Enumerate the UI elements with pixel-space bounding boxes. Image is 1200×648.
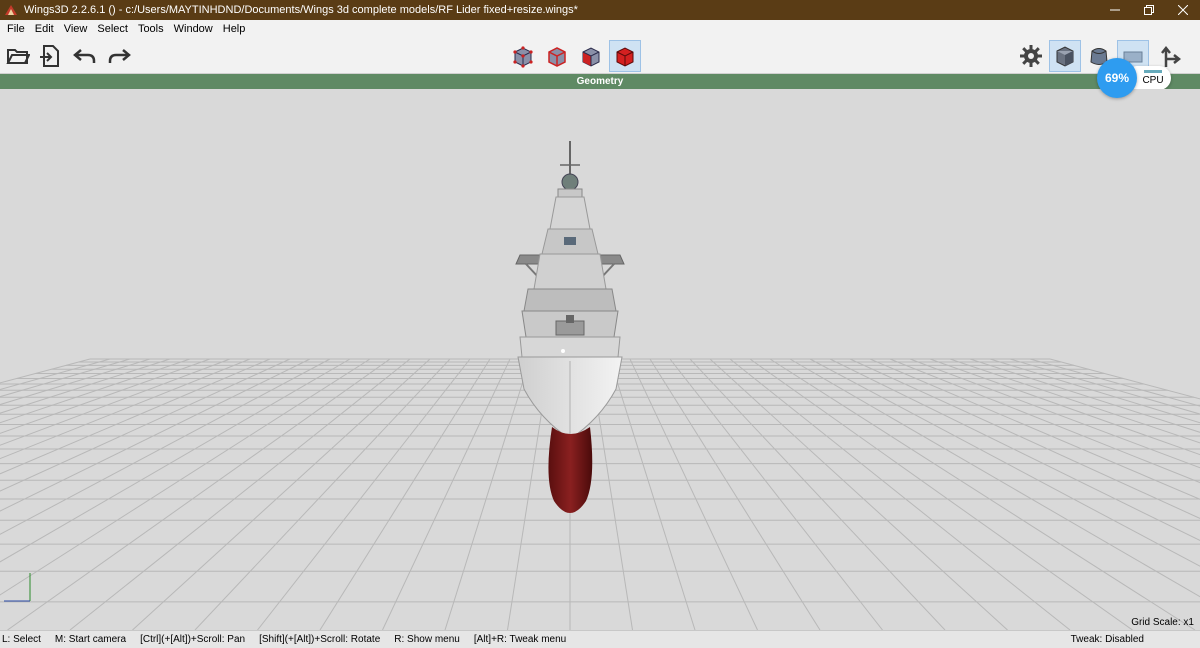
face-mode-icon[interactable] xyxy=(575,40,607,72)
scene-canvas[interactable] xyxy=(0,89,1200,630)
title-bar: Wings3D 2.2.6.1 () - c:/Users/MAYTINHDND… xyxy=(0,0,1200,20)
status-hint-pan: [Ctrl](+[Alt])+Scroll: Pan xyxy=(140,634,246,645)
menu-bar: File Edit View Select Tools Window Help xyxy=(0,20,1200,38)
wings-app-icon[interactable] xyxy=(4,3,18,17)
menu-select[interactable]: Select xyxy=(92,23,133,35)
status-hint-menu: R: Show menu xyxy=(394,634,460,645)
menu-file[interactable]: File xyxy=(2,23,30,35)
import-icon[interactable] xyxy=(34,40,66,72)
undo-icon[interactable] xyxy=(69,40,101,72)
edge-mode-icon[interactable] xyxy=(541,40,573,72)
cpu-percent-badge: 69% xyxy=(1097,58,1137,98)
vertex-mode-icon[interactable] xyxy=(507,40,539,72)
cpu-sparkline-icon xyxy=(1144,70,1162,73)
window-title: Wings3D 2.2.6.1 () - c:/Users/MAYTINHDND… xyxy=(24,4,578,16)
menu-edit[interactable]: Edit xyxy=(30,23,59,35)
tweak-status: Tweak: Disabled xyxy=(1070,634,1144,645)
open-folder-icon[interactable] xyxy=(2,40,34,72)
status-hint-tweak-menu: [Alt]+R: Tweak menu xyxy=(473,634,567,645)
grid-scale-label: Grid Scale: x1 xyxy=(1131,617,1194,628)
geometry-window-header[interactable]: Geometry xyxy=(0,74,1200,89)
toolbar xyxy=(0,38,1200,74)
menu-window[interactable]: Window xyxy=(169,23,218,35)
geometry-viewport[interactable]: Grid Scale: x1 xyxy=(0,89,1200,630)
ship-model[interactable] xyxy=(515,141,625,513)
status-hint-camera: M: Start camera xyxy=(54,634,127,645)
axis-gizmo xyxy=(4,573,31,602)
cpu-label: CPU xyxy=(1142,75,1164,86)
gear-icon[interactable] xyxy=(1015,40,1047,72)
close-icon[interactable] xyxy=(1166,0,1200,20)
status-hint-select: L: Select xyxy=(2,634,41,645)
minimize-icon[interactable] xyxy=(1098,0,1132,20)
status-bar: L: Select M: Start camera [Ctrl](+[Alt])… xyxy=(0,630,1200,648)
status-hint-rotate: [Shift](+[Alt])+Scroll: Rotate xyxy=(259,634,381,645)
restore-icon[interactable] xyxy=(1132,0,1166,20)
shaded-cube-icon[interactable] xyxy=(1049,40,1081,72)
menu-view[interactable]: View xyxy=(59,23,93,35)
redo-icon[interactable] xyxy=(103,40,135,72)
body-mode-icon[interactable] xyxy=(609,40,641,72)
menu-help[interactable]: Help xyxy=(218,23,251,35)
menu-tools[interactable]: Tools xyxy=(133,23,169,35)
